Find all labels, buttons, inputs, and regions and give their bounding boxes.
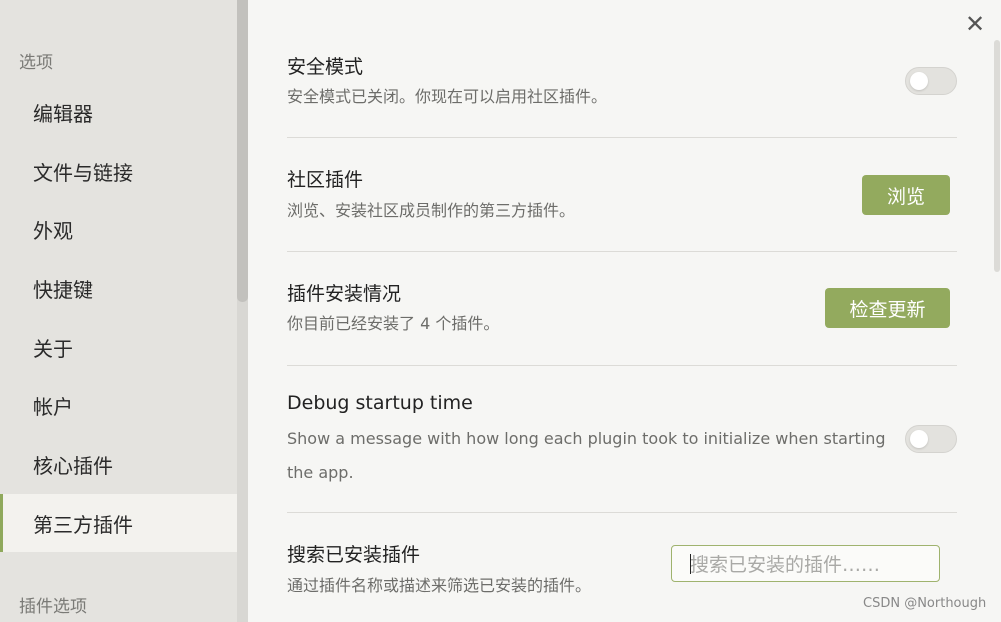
setting-description: 浏览、安装社区成员制作的第三方插件。: [287, 201, 576, 220]
sidebar-item-appearance[interactable]: 外观: [0, 200, 237, 258]
sidebar-item-label: 关于: [33, 336, 73, 361]
sidebar-item-label: 编辑器: [33, 101, 93, 126]
toggle-knob: [910, 430, 928, 448]
search-installed-plugins-input[interactable]: 搜索已安装的插件……: [671, 545, 940, 582]
setting-description-line2: the app.: [287, 463, 354, 482]
main-scrollbar-thumb[interactable]: [994, 40, 1000, 272]
sidebar-item-label: 第三方插件: [33, 512, 133, 537]
sidebar-item-editor[interactable]: 编辑器: [0, 83, 237, 141]
sidebar-item-label: 帐户: [33, 394, 73, 419]
toggle-knob: [910, 72, 928, 90]
browse-button[interactable]: 浏览: [862, 175, 950, 215]
setting-title: Debug startup time: [287, 392, 473, 414]
divider: [287, 137, 957, 138]
safe-mode-toggle[interactable]: [905, 67, 957, 95]
setting-description: 安全模式已关闭。你现在可以启用社区插件。: [287, 87, 608, 106]
debug-startup-toggle[interactable]: [905, 425, 957, 453]
sidebar-item-account[interactable]: 帐户: [0, 376, 237, 434]
sidebar-item-about[interactable]: 关于: [0, 318, 237, 376]
sidebar-section-plugin-options: 插件选项: [19, 597, 87, 617]
sidebar: 选项 编辑器 文件与链接 外观 快捷键 关于 帐户 核心插件 第三方插件 插件选…: [0, 0, 237, 622]
divider: [287, 365, 957, 366]
close-icon[interactable]: ✕: [963, 12, 987, 36]
sidebar-item-files-links[interactable]: 文件与链接: [0, 142, 237, 200]
setting-description: 通过插件名称或描述来筛选已安装的插件。: [287, 576, 592, 595]
sidebar-item-label: 核心插件: [33, 453, 113, 478]
setting-title: 安全模式: [287, 56, 364, 78]
setting-description: 你目前已经安装了 4 个插件。: [287, 314, 500, 333]
sidebar-item-label: 外观: [33, 218, 73, 243]
sidebar-item-label: 快捷键: [33, 277, 93, 302]
search-placeholder: 搜索已安装的插件……: [690, 554, 881, 576]
sidebar-item-core-plugins[interactable]: 核心插件: [0, 435, 237, 493]
setting-description-line1: Show a message with how long each plugin…: [287, 429, 886, 448]
setting-title: 搜索已安装插件: [287, 544, 421, 566]
text-caret: [690, 554, 691, 574]
setting-title: 插件安装情况: [287, 283, 402, 305]
watermark: CSDN @Northough: [863, 596, 987, 611]
divider: [287, 512, 957, 513]
sidebar-item-label: 文件与链接: [33, 160, 133, 185]
check-updates-button[interactable]: 检查更新: [825, 288, 950, 328]
sidebar-item-hotkeys[interactable]: 快捷键: [0, 259, 237, 317]
setting-title: 社区插件: [287, 169, 364, 191]
sidebar-item-community-plugins[interactable]: 第三方插件: [0, 494, 237, 552]
divider: [287, 251, 957, 252]
sidebar-section-options: 选项: [19, 53, 53, 73]
sidebar-scrollbar-thumb[interactable]: [237, 0, 248, 302]
